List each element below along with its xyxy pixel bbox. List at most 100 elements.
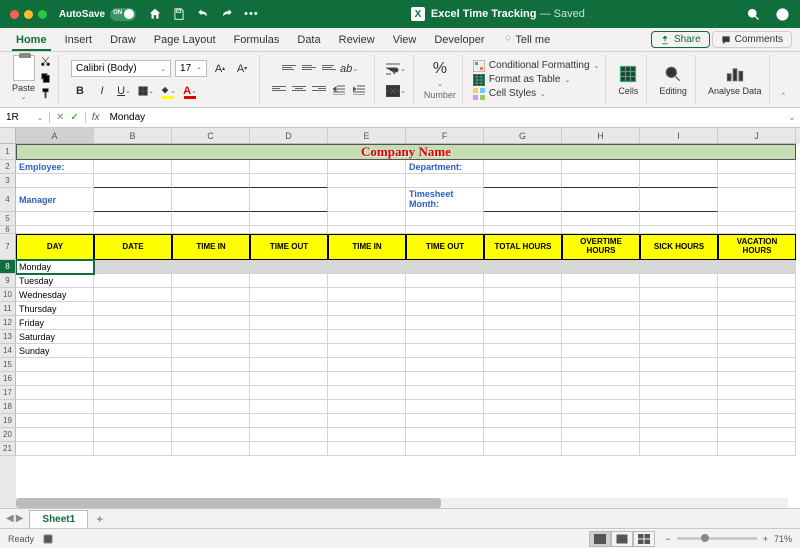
cell[interactable] bbox=[94, 226, 172, 234]
tab-page-layout[interactable]: Page Layout bbox=[146, 30, 224, 50]
row-header[interactable]: 8 bbox=[0, 260, 16, 274]
day-cell[interactable]: Monday bbox=[16, 260, 94, 274]
cell[interactable] bbox=[250, 428, 328, 442]
percent-icon[interactable]: % bbox=[433, 60, 447, 78]
day-cell[interactable]: Thursday bbox=[16, 302, 94, 316]
cell[interactable] bbox=[718, 302, 796, 316]
increase-font-icon[interactable]: A▴ bbox=[211, 60, 229, 78]
cell[interactable] bbox=[484, 372, 562, 386]
row-header[interactable]: 21 bbox=[0, 442, 16, 456]
col-header-H[interactable]: H bbox=[562, 128, 640, 144]
cell[interactable] bbox=[172, 274, 250, 288]
border-button[interactable]: ⌄ bbox=[137, 82, 155, 100]
zoom-slider[interactable] bbox=[677, 537, 757, 540]
align-middle-icon[interactable] bbox=[300, 60, 318, 74]
cell[interactable] bbox=[16, 226, 94, 234]
cell[interactable] bbox=[328, 212, 406, 226]
cell[interactable] bbox=[406, 372, 484, 386]
horizontal-scrollbar[interactable] bbox=[16, 498, 788, 508]
cell[interactable] bbox=[94, 372, 172, 386]
redo-icon[interactable] bbox=[220, 7, 234, 21]
cell[interactable] bbox=[484, 174, 562, 188]
fx-icon[interactable]: fx bbox=[86, 112, 106, 123]
orientation-icon[interactable]: ab⌄ bbox=[340, 60, 358, 78]
cell[interactable] bbox=[562, 414, 640, 428]
expand-formula-bar-icon[interactable]: ⌄ bbox=[784, 112, 800, 123]
cell[interactable] bbox=[562, 442, 640, 456]
cell[interactable] bbox=[250, 226, 328, 234]
cell[interactable] bbox=[640, 372, 718, 386]
home-icon[interactable] bbox=[148, 7, 162, 21]
format-as-table-button[interactable]: Format as Table⌄ bbox=[473, 74, 570, 86]
cancel-formula-icon[interactable]: ✕ bbox=[56, 112, 64, 123]
cell[interactable] bbox=[406, 260, 484, 274]
cell[interactable] bbox=[562, 386, 640, 400]
font-color-button[interactable]: A⌄ bbox=[181, 82, 199, 100]
cell[interactable] bbox=[718, 260, 796, 274]
cell[interactable] bbox=[328, 160, 406, 174]
cell[interactable] bbox=[484, 386, 562, 400]
cell[interactable] bbox=[406, 400, 484, 414]
name-box[interactable]: 1R⌄ bbox=[0, 112, 50, 123]
cell[interactable] bbox=[484, 400, 562, 414]
decrease-font-icon[interactable]: A▾ bbox=[233, 60, 251, 78]
cell[interactable] bbox=[328, 274, 406, 288]
cell[interactable] bbox=[406, 442, 484, 456]
align-bottom-icon[interactable] bbox=[320, 60, 338, 74]
row-header[interactable]: 7 bbox=[0, 234, 16, 260]
cell[interactable] bbox=[406, 274, 484, 288]
cell[interactable] bbox=[172, 288, 250, 302]
analyse-data-group[interactable]: Analyse Data bbox=[700, 55, 771, 104]
cell[interactable] bbox=[640, 330, 718, 344]
table-header[interactable]: DAY bbox=[16, 234, 94, 260]
cell[interactable] bbox=[172, 386, 250, 400]
italic-button[interactable]: I bbox=[93, 82, 111, 100]
cell[interactable] bbox=[406, 316, 484, 330]
fill-color-button[interactable]: ⌄ bbox=[159, 82, 177, 100]
account-icon[interactable] bbox=[775, 7, 790, 22]
cell[interactable] bbox=[484, 316, 562, 330]
cell[interactable] bbox=[94, 358, 172, 372]
cell[interactable] bbox=[328, 174, 406, 188]
cell[interactable] bbox=[250, 344, 328, 358]
cell[interactable] bbox=[406, 302, 484, 316]
cell[interactable] bbox=[94, 174, 172, 188]
underline-button[interactable]: U⌄ bbox=[115, 82, 133, 100]
tab-review[interactable]: Review bbox=[331, 30, 383, 50]
cell[interactable] bbox=[250, 442, 328, 456]
maximize-window-icon[interactable] bbox=[38, 10, 47, 19]
row-header[interactable]: 12 bbox=[0, 316, 16, 330]
zoom-in-button[interactable]: + bbox=[763, 534, 768, 544]
table-header[interactable]: TIME IN bbox=[328, 234, 406, 260]
day-cell[interactable]: Tuesday bbox=[16, 274, 94, 288]
col-header-I[interactable]: I bbox=[640, 128, 718, 144]
chevron-down-icon[interactable]: ⌄ bbox=[437, 80, 443, 88]
table-header[interactable]: DATE bbox=[94, 234, 172, 260]
row-header[interactable]: 13 bbox=[0, 330, 16, 344]
cut-icon[interactable] bbox=[39, 55, 52, 68]
cell[interactable] bbox=[172, 160, 250, 174]
cell[interactable] bbox=[94, 188, 172, 212]
cell[interactable] bbox=[406, 358, 484, 372]
cell[interactable] bbox=[250, 274, 328, 288]
autosave-toggle[interactable]: AutoSave ON bbox=[59, 8, 136, 21]
row-header[interactable]: 10 bbox=[0, 288, 16, 302]
zoom-level[interactable]: 71% bbox=[774, 534, 792, 544]
search-icon[interactable] bbox=[746, 7, 761, 22]
cell[interactable] bbox=[640, 316, 718, 330]
cell[interactable] bbox=[250, 302, 328, 316]
department-label[interactable]: Department: bbox=[406, 160, 484, 174]
cell[interactable] bbox=[718, 386, 796, 400]
row-header[interactable]: 5 bbox=[0, 212, 16, 226]
cell[interactable] bbox=[250, 316, 328, 330]
copy-icon[interactable] bbox=[39, 71, 52, 84]
cell[interactable] bbox=[172, 188, 250, 212]
col-header-D[interactable]: D bbox=[250, 128, 328, 144]
cell[interactable] bbox=[562, 260, 640, 274]
row-header[interactable]: 9 bbox=[0, 274, 16, 288]
toggle-icon[interactable]: ON bbox=[110, 8, 136, 21]
cell[interactable] bbox=[250, 260, 328, 274]
cell[interactable] bbox=[172, 174, 250, 188]
cell[interactable] bbox=[328, 302, 406, 316]
share-button[interactable]: Share bbox=[651, 31, 710, 48]
